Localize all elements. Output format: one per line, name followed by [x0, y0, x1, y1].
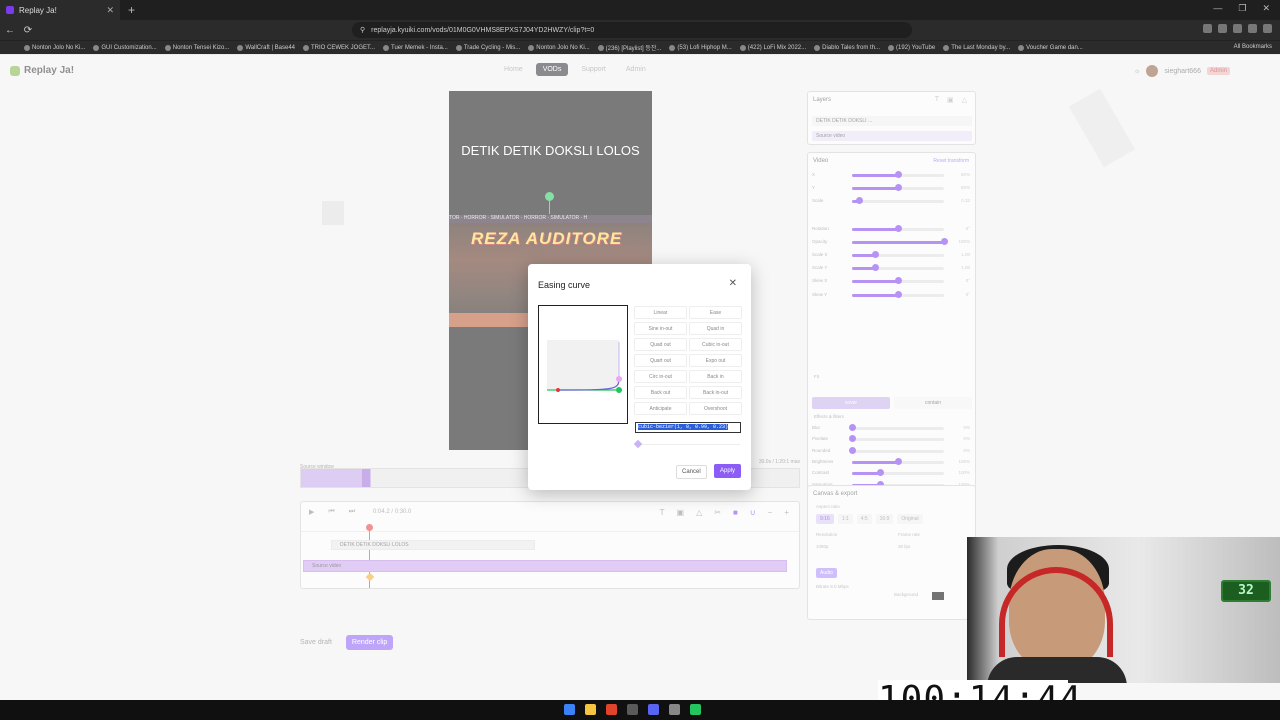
- browser-tab-title: Replay Ja!: [19, 5, 57, 15]
- bookmark[interactable]: TRIO CEWEK JOGET...: [303, 44, 375, 51]
- bookmark-favicon-icon: [943, 44, 950, 51]
- window-close-icon[interactable]: ✕: [1262, 3, 1270, 14]
- apply-button[interactable]: Apply: [714, 464, 742, 478]
- bookmark-favicon-icon: [739, 44, 746, 51]
- preset-button[interactable]: Quart out: [634, 354, 687, 367]
- bookmark-favicon-icon: [888, 44, 895, 51]
- obs-icon[interactable]: [627, 704, 638, 715]
- replayja-favicon-icon: [6, 6, 14, 14]
- back-icon[interactable]: ←: [2, 25, 18, 36]
- dialog-title: Easing curve: [538, 280, 591, 290]
- bookmark-favicon-icon: [383, 44, 390, 51]
- all-bookmarks[interactable]: All Bookmarks: [1234, 44, 1272, 50]
- site-info-icon[interactable]: ⚲: [360, 26, 365, 34]
- bookmark-favicon-icon: [597, 44, 604, 51]
- preset-button[interactable]: Overshoot: [689, 402, 742, 415]
- start-icon[interactable]: [564, 704, 575, 715]
- bookmark-favicon-icon: [237, 44, 244, 51]
- preset-button[interactable]: Cubic in-out: [689, 338, 742, 351]
- bookmark-favicon-icon: [814, 44, 821, 51]
- reload-icon[interactable]: ⟳: [20, 25, 36, 36]
- url-text: replayja.kyuiki.com/vods/01M0G0VHMS8EPXS…: [371, 26, 595, 34]
- control-point-1[interactable]: [616, 376, 622, 382]
- preset-button[interactable]: Quad out: [634, 338, 687, 351]
- preset-button[interactable]: Quad in: [689, 322, 742, 335]
- preset-button[interactable]: Ease: [689, 306, 742, 319]
- extension-icon[interactable]: [1233, 24, 1242, 33]
- bookmark[interactable]: (192) YouTube: [888, 44, 935, 51]
- easing-curve-graph: [547, 340, 622, 393]
- discord-icon[interactable]: [648, 704, 659, 715]
- preset-button[interactable]: Anticipate: [634, 402, 687, 415]
- bezier-input[interactable]: cubic-bezier(1, 0, 0.99, 0.23): [635, 422, 741, 433]
- preset-button[interactable]: Sine in-out: [634, 322, 687, 335]
- bookmark-favicon-icon: [1018, 44, 1025, 51]
- bookmark[interactable]: Voucher Game dan...: [1018, 44, 1083, 51]
- bookmark-favicon-icon: [93, 44, 100, 51]
- bookmark[interactable]: WallCraft | Base44: [237, 44, 295, 51]
- preset-button[interactable]: Back in: [689, 370, 742, 383]
- bookmark-favicon-icon: [164, 44, 171, 51]
- preset-grid: Linear Ease Sine in-out Quad in Quad out…: [634, 306, 742, 415]
- curve-editor[interactable]: [538, 305, 628, 424]
- extensions: [1203, 24, 1272, 33]
- bookmark[interactable]: (236) [Playlist] 등잔...: [597, 43, 661, 52]
- taskbar-icons: [564, 704, 701, 715]
- file-explorer-icon[interactable]: [585, 704, 596, 715]
- minimize-icon[interactable]: —: [1213, 3, 1222, 14]
- browser-tab[interactable]: Replay Ja! ✕: [0, 0, 120, 20]
- stream-badge: 32: [1221, 580, 1271, 602]
- preset-button[interactable]: Back in-out: [689, 386, 742, 399]
- bookmark[interactable]: Diablo Tales from th...: [814, 44, 880, 51]
- extension-icon[interactable]: [1203, 24, 1212, 33]
- bezier-input-value: cubic-bezier(1, 0, 0.99, 0.23): [638, 424, 729, 430]
- close-icon[interactable]: ✕: [729, 278, 737, 289]
- brave-icon[interactable]: [606, 704, 617, 715]
- app-icon[interactable]: [669, 704, 680, 715]
- bookmark[interactable]: Trade Cycling - Mis...: [455, 44, 520, 51]
- bookmark[interactable]: The Last Monday by...: [943, 44, 1010, 51]
- control-point-start[interactable]: [556, 388, 560, 392]
- close-tab-icon[interactable]: ✕: [106, 5, 114, 16]
- cancel-button[interactable]: Cancel: [676, 465, 707, 479]
- window-controls: — ❐ ✕: [1213, 3, 1270, 14]
- browser-tabbar: Replay Ja! ✕ + — ❐ ✕: [0, 0, 1280, 20]
- webcam-overlay: 32: [967, 537, 1280, 683]
- browser-toolbar: ← ⟳ ⚲ replayja.kyuiki.com/vods/01M0G0VHM…: [0, 20, 1280, 40]
- preview-knob[interactable]: [633, 439, 643, 449]
- preset-button[interactable]: Back out: [634, 386, 687, 399]
- bookmark[interactable]: Nonton Tensei Kizo...: [164, 44, 229, 51]
- curve-area: [547, 340, 619, 390]
- url-bar[interactable]: ⚲ replayja.kyuiki.com/vods/01M0G0VHMS8EP…: [352, 22, 912, 38]
- bookmark[interactable]: Tuer Memek - Insta...: [383, 44, 448, 51]
- easing-curve-dialog: Easing curve ✕ Linear Ease Sine in-out Q…: [528, 264, 751, 490]
- control-point-end[interactable]: [616, 387, 622, 393]
- preview-track: [636, 444, 740, 445]
- os-taskbar: [0, 700, 1280, 720]
- bookmark[interactable]: (422) LoFi Mix 2022...: [739, 44, 806, 51]
- new-tab-icon[interactable]: +: [128, 3, 135, 17]
- preset-button[interactable]: Expo out: [689, 354, 742, 367]
- bookmarks-bar: Nonton Jolo No Ki... GUI Customization..…: [0, 40, 1280, 54]
- bookmark[interactable]: Nonton Jolo No Ki...: [24, 44, 85, 51]
- bookmark-favicon-icon: [303, 44, 310, 51]
- bookmark-favicon-icon: [455, 44, 462, 51]
- bookmark[interactable]: GUI Customization...: [93, 44, 157, 51]
- bookmark-favicon-icon: [528, 44, 535, 51]
- app-icon[interactable]: [690, 704, 701, 715]
- preset-button[interactable]: Circ in-out: [634, 370, 687, 383]
- maximize-icon[interactable]: ❐: [1238, 3, 1246, 14]
- bookmark[interactable]: (53) Lofi Hiphop M...: [669, 44, 732, 51]
- bookmark-favicon-icon: [24, 44, 30, 51]
- extension-icon[interactable]: [1248, 24, 1257, 33]
- bookmark-favicon-icon: [669, 44, 676, 51]
- profile-icon[interactable]: [1263, 24, 1272, 33]
- preset-button[interactable]: Linear: [634, 306, 687, 319]
- bookmark[interactable]: Nonton Jolo No Ki...: [528, 44, 590, 51]
- extension-icon[interactable]: [1218, 24, 1227, 33]
